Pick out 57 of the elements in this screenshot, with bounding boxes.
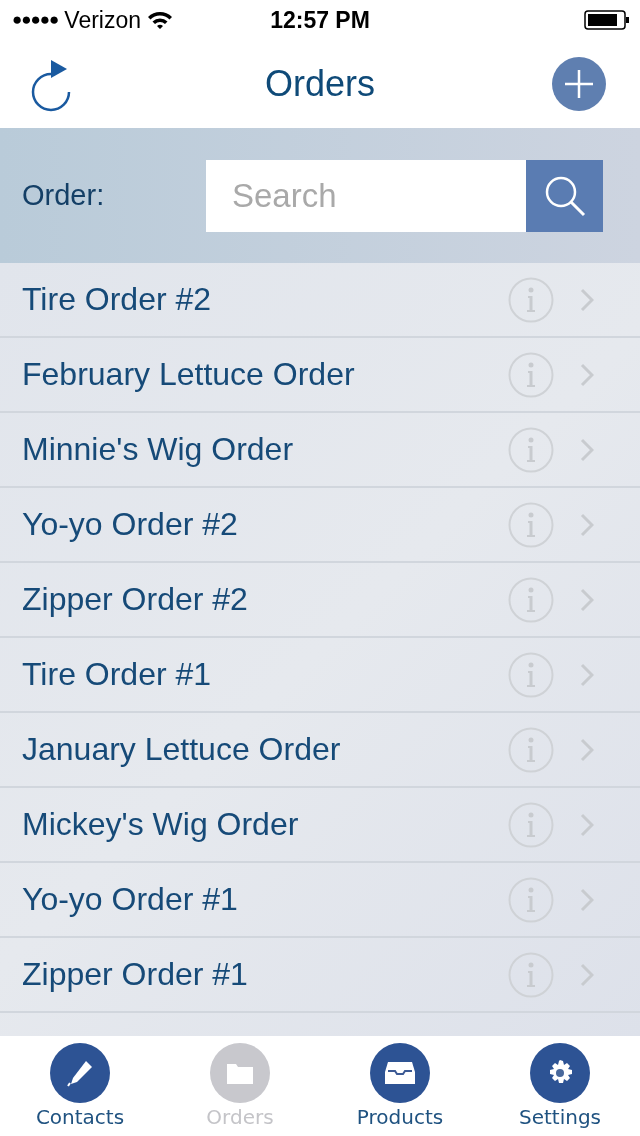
inbox-icon [384, 1060, 416, 1086]
info-icon[interactable] [508, 426, 554, 473]
info-icon[interactable] [508, 651, 554, 698]
chevron-icon [580, 437, 594, 462]
order-row[interactable]: Minnie's Wig Order [0, 413, 640, 488]
chevron-icon [580, 962, 594, 987]
chevron-icon [580, 737, 594, 762]
tab[interactable]: Products [320, 1036, 480, 1136]
order-name: Yo-yo Order #1 [22, 881, 239, 918]
status-time: 12:57 PM [270, 6, 370, 34]
order-row[interactable]: Zipper Order #2 [0, 563, 640, 638]
order-name: January Lettuce Order [22, 731, 342, 768]
chevron-icon [580, 287, 594, 312]
search-field[interactable]: Search [206, 159, 526, 232]
order-name: Zipper Order #2 [22, 581, 249, 618]
order-row[interactable]: Tire Order #2 [0, 263, 640, 338]
info-icon[interactable] [508, 801, 554, 848]
wifi-icon [147, 10, 174, 30]
signal-dots: ●●●●● [12, 10, 59, 30]
folder-icon [226, 1061, 254, 1085]
chevron-icon [580, 362, 594, 387]
tab[interactable]: Contacts [0, 1036, 160, 1136]
order-row[interactable]: Yo-yo Order #2 [0, 488, 640, 563]
order-row[interactable]: January Lettuce Order [0, 713, 640, 788]
battery-icon [584, 10, 630, 30]
info-icon[interactable] [508, 501, 554, 548]
add-button[interactable] [552, 57, 606, 111]
chevron-icon [580, 587, 594, 612]
chevron-icon [580, 662, 594, 687]
order-row[interactable]: Yo-yo Order #1 [0, 863, 640, 938]
carrier-name: Verizon [64, 6, 142, 34]
chevron-icon [580, 512, 594, 537]
order-row[interactable]: Mickey's Wig Order [0, 788, 640, 863]
search-button[interactable] [526, 159, 603, 232]
chevron-icon [580, 887, 594, 912]
order-row[interactable]: Tire Order #1 [0, 638, 640, 713]
screen-title: Orders [265, 63, 375, 105]
pencil-icon [65, 1058, 95, 1088]
order-name: Yo-yo Order #2 [22, 506, 239, 543]
order-name: Tire Order #1 [22, 656, 213, 693]
info-icon[interactable] [508, 576, 554, 623]
order-name: Mickey's Wig Order [22, 806, 300, 843]
order-name: Zipper Order #1 [22, 956, 249, 993]
chevron-icon [580, 812, 594, 837]
order-row[interactable]: February Lettuce Order [0, 338, 640, 413]
plus-icon [563, 68, 595, 100]
info-icon[interactable] [508, 276, 554, 323]
search-label: Order: [22, 179, 105, 212]
info-icon[interactable] [508, 876, 554, 923]
order-name: Tire Order #2 [22, 281, 213, 318]
info-icon[interactable] [508, 351, 554, 398]
order-name: February Lettuce Order [22, 356, 356, 393]
info-icon[interactable] [508, 726, 554, 773]
order-row[interactable]: Zipper Order #1 [0, 938, 640, 1013]
info-icon[interactable] [508, 951, 554, 998]
order-name: Minnie's Wig Order [22, 431, 295, 468]
tab[interactable]: Settings [480, 1036, 640, 1136]
